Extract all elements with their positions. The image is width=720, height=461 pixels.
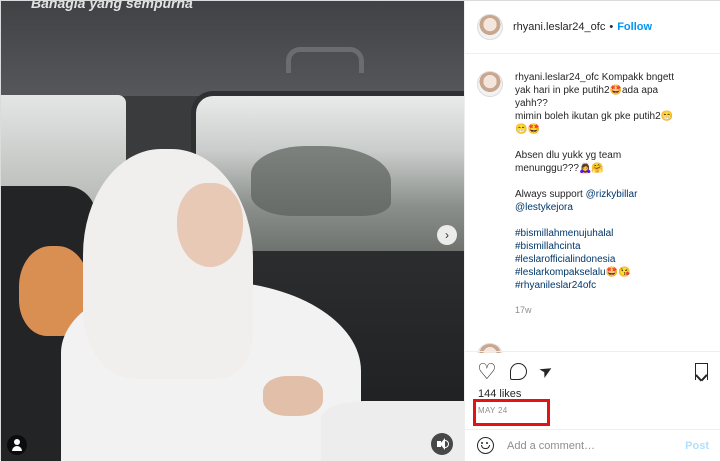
caption-line: yahh??: [515, 98, 548, 109]
caption-comment: rhyani.leslar24_ofc Kompakk bngett yak h…: [477, 71, 713, 317]
caption-line: Kompakk bngett: [601, 72, 674, 83]
hashtag-link[interactable]: #bismillahmenujuhalal: [515, 227, 674, 240]
hashtag-link[interactable]: #rhyanileslar24ofc: [515, 279, 674, 292]
mention-link[interactable]: @lestykejora: [515, 201, 674, 214]
outside-tree: [251, 146, 391, 216]
car-ceiling: [1, 1, 464, 96]
post-video[interactable]: Bahagia yang sempurna ›: [1, 1, 464, 461]
caption-avatar[interactable]: [477, 71, 503, 97]
person-hand: [263, 376, 323, 416]
tagged-users-button[interactable]: [7, 435, 27, 455]
smiley-icon[interactable]: [477, 437, 494, 454]
share-icon[interactable]: [540, 362, 560, 382]
header-username-link[interactable]: rhyani.leslar24_ofc: [513, 21, 605, 33]
post-header: rhyani.leslar24_ofc • Follow: [465, 1, 720, 54]
hashtag-link[interactable]: #leslarofficialindonesia: [515, 253, 674, 266]
instagram-post-window: Bahagia yang sempurna › rhyani.leslar24_…: [0, 0, 720, 461]
avatar[interactable]: [477, 14, 503, 40]
caption-username-link[interactable]: rhyani.leslar24_ofc: [515, 72, 599, 83]
caption-line: Absen dlu yukk yg team: [515, 150, 622, 161]
add-comment-bar: Post: [465, 429, 720, 461]
hashtag-link[interactable]: #bismillahcinta: [515, 240, 674, 253]
comment-icon[interactable]: [509, 362, 529, 382]
highlight-box: [473, 399, 550, 426]
next-media-button[interactable]: ›: [437, 225, 457, 245]
hashtag-link[interactable]: #leslarkompakselalu🤩😘: [515, 266, 674, 279]
actions-bar: [465, 351, 720, 389]
chevron-right-icon: ›: [445, 228, 449, 242]
grab-handle: [286, 47, 364, 73]
post-side-panel: rhyani.leslar24_ofc • Follow rhyani.lesl…: [464, 1, 720, 461]
sound-wave-icon: [444, 440, 449, 448]
save-icon[interactable]: [691, 362, 711, 382]
mention-link[interactable]: @rizkybillar: [586, 189, 638, 200]
person-hijab: [83, 149, 253, 379]
mute-toggle-button[interactable]: [431, 433, 453, 455]
caption-line: 😁🤩: [515, 124, 540, 135]
follow-button[interactable]: Follow: [617, 21, 652, 33]
person-face: [177, 183, 243, 267]
caption-timestamp[interactable]: 17w: [515, 304, 674, 317]
post-button[interactable]: Post: [685, 440, 709, 452]
video-overlay-caption: Bahagia yang sempurna: [31, 1, 193, 11]
caption-line: yak hari in pke putih2🤩ada apa: [515, 85, 659, 96]
caption-line: mimin boleh ikutan gk pke putih2😁: [515, 111, 674, 122]
caption-body: rhyani.leslar24_ofc Kompakk bngett yak h…: [515, 71, 674, 317]
heart-icon[interactable]: [477, 362, 497, 382]
caption-support-text: Always support: [515, 189, 586, 200]
comment-input[interactable]: [507, 439, 678, 452]
caption-line: menunggu???🙇‍♀️🤗: [515, 163, 604, 174]
header-separator: •: [609, 21, 614, 33]
